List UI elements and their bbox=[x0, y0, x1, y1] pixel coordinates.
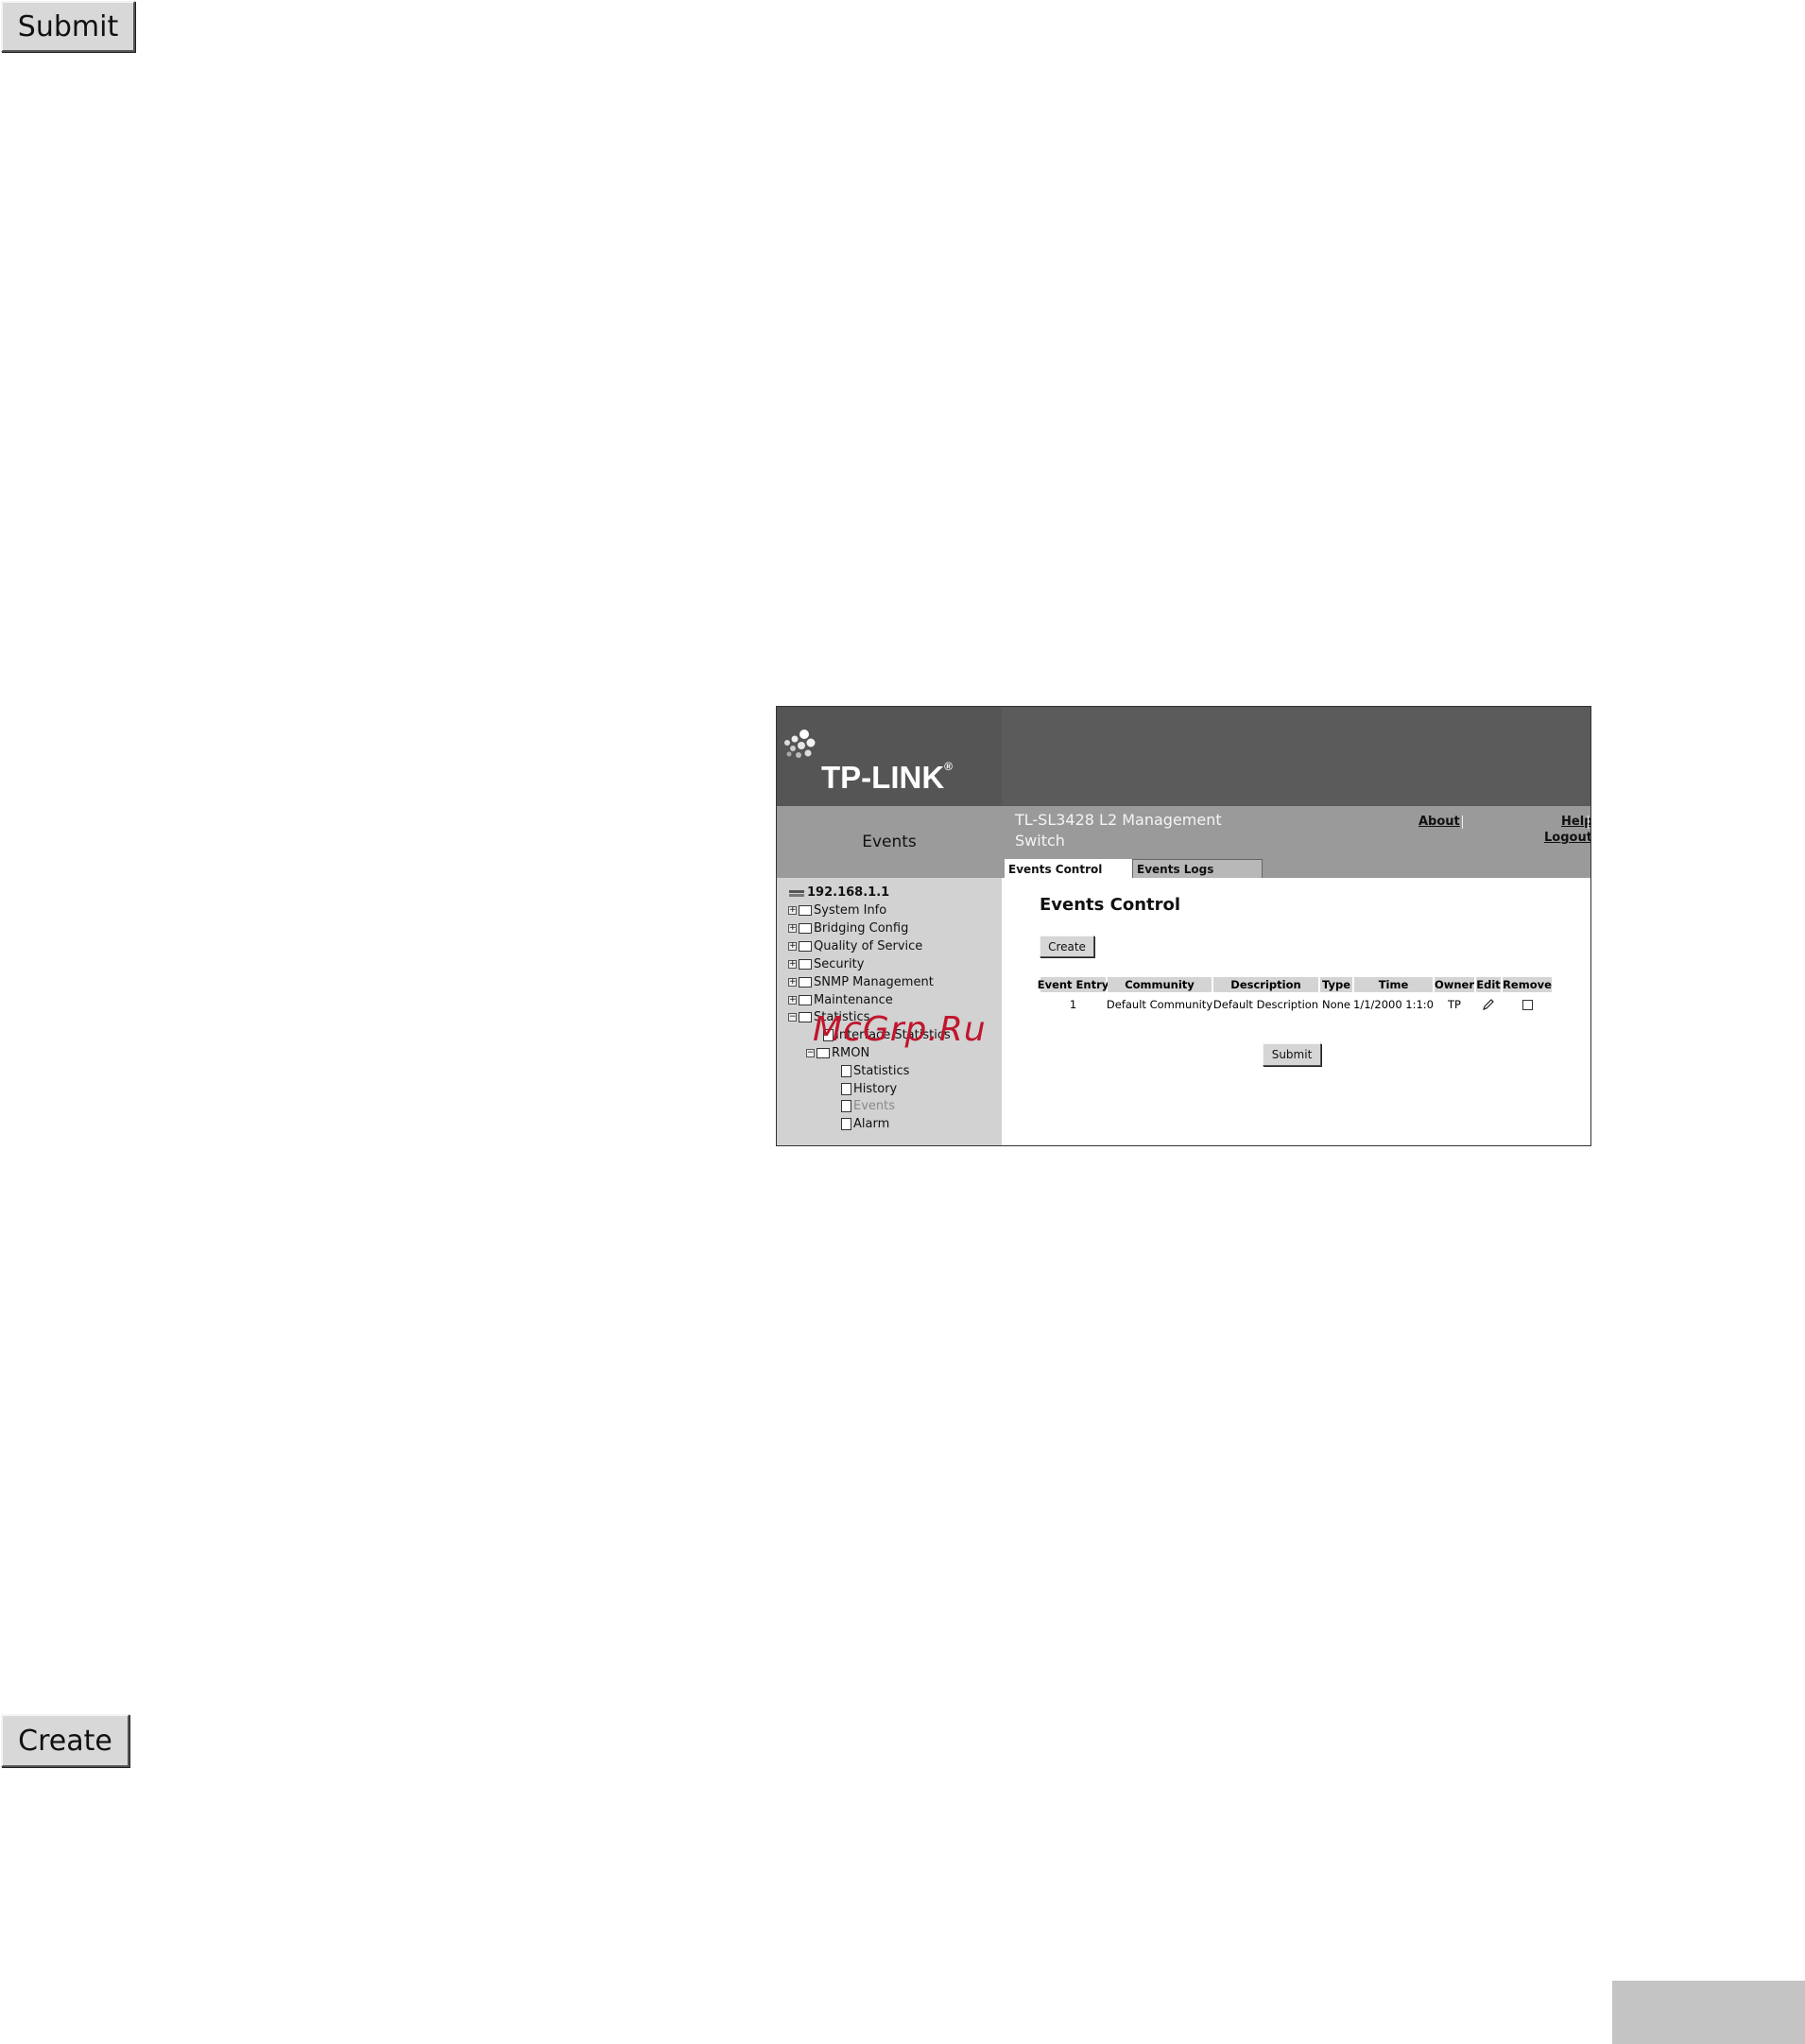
about-link[interactable]: About bbox=[1418, 815, 1460, 829]
column-header-event-entry: Event Entry bbox=[1037, 977, 1109, 992]
link-separator bbox=[1462, 816, 1463, 829]
header-banner: TP-LINK® bbox=[777, 707, 1590, 806]
tree-item-alarm[interactable]: Alarm bbox=[841, 1116, 889, 1132]
cell-community: Default Community bbox=[1106, 998, 1213, 1011]
events-control-screenshot: TP-LINK® Events TL-SL3428 L2 Management … bbox=[776, 706, 1591, 1146]
folder-icon bbox=[799, 905, 812, 916]
watermark: McGrp.Ru bbox=[813, 1010, 987, 1049]
cell-time: 1/1/2000 1:1:0 bbox=[1353, 998, 1435, 1011]
expand-icon[interactable]: + bbox=[788, 978, 797, 987]
brand-logo: TP-LINK® bbox=[821, 760, 953, 795]
tree-item-snmp-management[interactable]: + SNMP Management bbox=[788, 974, 934, 990]
tree-item-rmon-statistics[interactable]: Statistics bbox=[841, 1063, 909, 1079]
folder-icon bbox=[799, 923, 812, 934]
column-header-type: Type bbox=[1320, 977, 1352, 992]
model-name: TL-SL3428 L2 Management Switch bbox=[1015, 811, 1222, 850]
page-title: Events Control bbox=[1040, 895, 1181, 915]
expand-icon[interactable]: + bbox=[788, 942, 797, 951]
cell-type: None bbox=[1321, 998, 1350, 1011]
folder-icon bbox=[799, 941, 812, 952]
column-header-edit: Edit bbox=[1476, 977, 1501, 992]
tree-item-system-info[interactable]: + System Info bbox=[788, 902, 886, 919]
logo-area: TP-LINK® bbox=[777, 707, 1002, 806]
tp-link-logo-icon bbox=[784, 730, 816, 758]
remove-cell bbox=[1503, 997, 1552, 1012]
folder-icon bbox=[799, 977, 812, 988]
page-icon bbox=[841, 1083, 851, 1095]
link-separator bbox=[1588, 816, 1589, 829]
switch-icon bbox=[789, 889, 804, 897]
expand-icon[interactable]: + bbox=[788, 924, 797, 933]
create-button-large[interactable]: Create bbox=[1, 1714, 129, 1767]
expand-icon[interactable]: + bbox=[788, 906, 797, 915]
cell-owner: TP bbox=[1448, 998, 1461, 1011]
tree-item-history[interactable]: History bbox=[841, 1081, 897, 1097]
collapse-icon[interactable]: − bbox=[806, 1049, 815, 1057]
navigation-tree: 192.168.1.1 + System Info + Bridging Confi… bbox=[777, 878, 1002, 1145]
folder-icon bbox=[799, 959, 812, 970]
edit-cell bbox=[1476, 997, 1501, 1012]
logout-link[interactable]: Logout bbox=[1544, 831, 1590, 845]
tree-item-security[interactable]: + Security bbox=[788, 956, 864, 972]
expand-icon[interactable]: + bbox=[788, 996, 797, 1005]
tree-item-events[interactable]: Events bbox=[841, 1098, 895, 1114]
folder-open-icon bbox=[799, 1012, 812, 1022]
column-header-remove: Remove bbox=[1503, 977, 1552, 992]
tree-item-maintenance[interactable]: + Maintenance bbox=[788, 992, 893, 1008]
submit-button-large[interactable]: Submit bbox=[1, 1, 135, 52]
main-content: Events Control Create Event Entry Commun… bbox=[1002, 878, 1590, 1145]
cell-event-entry: 1 bbox=[1069, 998, 1077, 1011]
tree-root[interactable]: 192.168.1.1 bbox=[788, 885, 889, 901]
page-corner-tab bbox=[1612, 1981, 1805, 2044]
page-icon bbox=[841, 1065, 851, 1077]
expand-icon[interactable]: + bbox=[788, 960, 797, 969]
tab-events-logs[interactable]: Events Logs bbox=[1132, 859, 1263, 880]
pencil-icon[interactable] bbox=[1482, 998, 1495, 1011]
tab-events-control[interactable]: Events Control bbox=[1005, 859, 1132, 880]
tree-item-quality-of-service[interactable]: + Quality of Service bbox=[788, 938, 922, 954]
page-icon bbox=[841, 1118, 851, 1130]
folder-open-icon bbox=[817, 1048, 830, 1058]
section-title: Events bbox=[777, 806, 1002, 878]
top-nav: TL-SL3428 L2 Management Switch About Hel… bbox=[1002, 806, 1590, 880]
cell-description: Default Description bbox=[1212, 998, 1319, 1011]
page-icon bbox=[841, 1100, 851, 1112]
column-header-owner: Owner bbox=[1434, 977, 1475, 992]
folder-icon bbox=[799, 995, 812, 1005]
remove-checkbox[interactable] bbox=[1521, 999, 1533, 1010]
column-header-time: Time bbox=[1354, 977, 1433, 992]
submit-button[interactable]: Submit bbox=[1263, 1043, 1321, 1066]
create-button[interactable]: Create bbox=[1040, 936, 1094, 957]
column-header-community: Community bbox=[1108, 977, 1212, 992]
collapse-icon[interactable]: − bbox=[788, 1013, 797, 1022]
column-header-description: Description bbox=[1213, 977, 1318, 992]
tree-item-bridging-config[interactable]: + Bridging Config bbox=[788, 920, 908, 936]
